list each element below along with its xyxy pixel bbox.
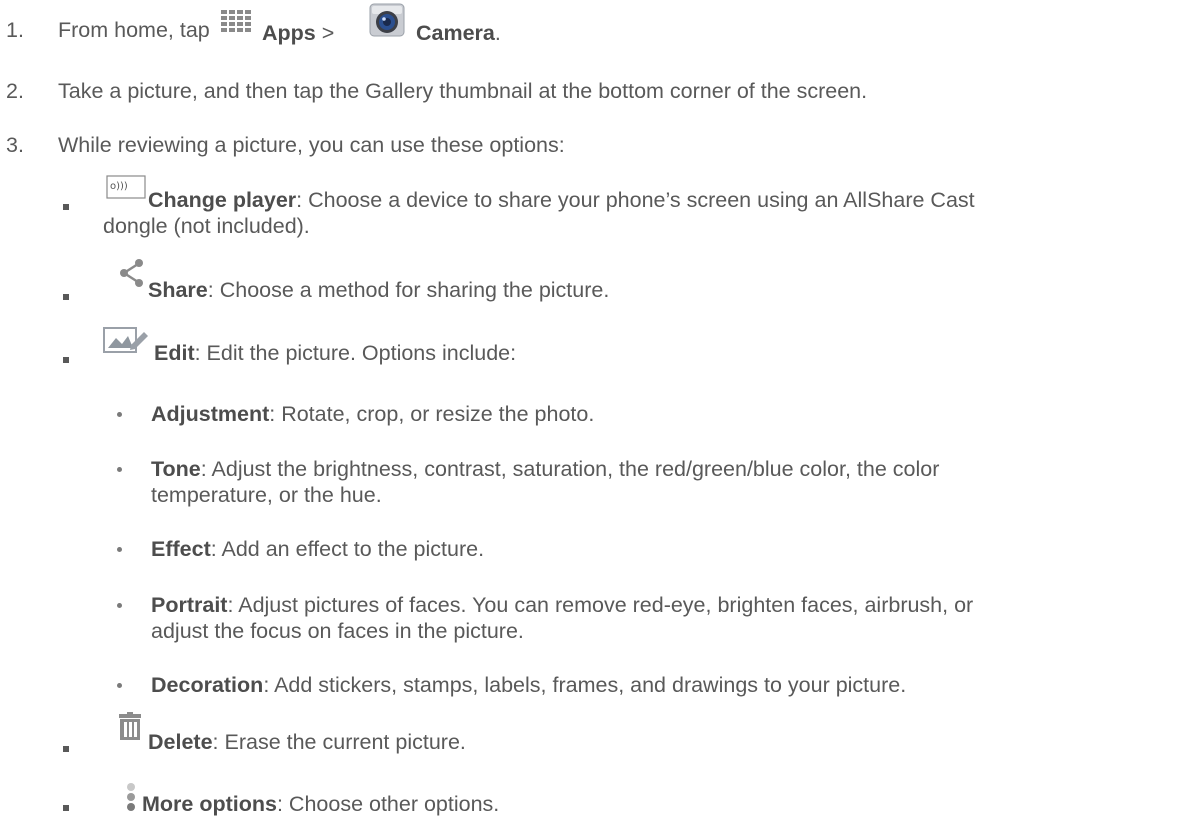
step-2-text: Take a picture, and then tap the Gallery… xyxy=(58,79,868,103)
sub-item-tone: Tone: Adjust the brightness, contrast, s… xyxy=(151,457,940,481)
step-1-text: From home, tap xyxy=(58,18,210,43)
bullet xyxy=(63,294,69,300)
change-player-line2: dongle (not included). xyxy=(103,214,310,238)
edit-line: Edit: Edit the picture. Options include: xyxy=(154,341,517,365)
bullet xyxy=(63,204,69,210)
trash-icon xyxy=(119,712,141,740)
step-3: 3. While reviewing a picture, you can us… xyxy=(0,133,1180,163)
sub-bullet xyxy=(117,603,122,608)
step-1-prefix: From home, tap xyxy=(58,18,210,42)
sub-item-portrait-line2: adjust the focus on faces in the picture… xyxy=(151,619,524,643)
apps-grid-icon xyxy=(221,10,251,32)
sub-item-portrait: Portrait: Adjust pictures of faces. You … xyxy=(151,593,974,617)
apps-label: Apps > xyxy=(262,21,335,45)
edit-picture-icon xyxy=(103,327,148,353)
change-player-icon: o))) xyxy=(106,175,146,199)
svg-text:o))): o))) xyxy=(110,181,128,192)
share-icon xyxy=(120,259,143,287)
step-2: 2. Take a picture, and then tap the Gall… xyxy=(0,79,1180,109)
more-options-icon xyxy=(127,783,135,811)
step-1: 1. From home, tap xyxy=(0,18,1180,48)
step-3-text: While reviewing a picture, you can use t… xyxy=(58,133,565,157)
sub-bullet xyxy=(117,683,122,688)
sub-bullet xyxy=(117,412,122,417)
step-number: 1. xyxy=(6,18,24,42)
sub-bullet xyxy=(117,547,122,552)
camera-icon xyxy=(369,3,405,37)
sub-item-decoration: Decoration: Add stickers, stamps, labels… xyxy=(151,673,907,697)
more-options-line: More options: Choose other options. xyxy=(142,792,500,816)
camera-label: Camera. xyxy=(416,21,501,45)
sub-bullet xyxy=(117,467,122,472)
step-number: 2. xyxy=(6,79,24,103)
sub-item-tone-line2: temperature, or the hue. xyxy=(151,483,382,507)
change-player-line1: Change player: Choose a device to share … xyxy=(148,188,975,212)
sub-item-adjustment: Adjustment: Rotate, crop, or resize the … xyxy=(151,402,595,426)
step-number: 3. xyxy=(6,133,24,157)
share-line: Share: Choose a method for sharing the p… xyxy=(148,278,610,302)
bullet xyxy=(63,805,69,811)
bullet xyxy=(63,357,69,363)
sub-item-effect: Effect: Add an effect to the picture. xyxy=(151,537,485,561)
delete-line: Delete: Erase the current picture. xyxy=(148,730,466,754)
bullet xyxy=(63,746,69,752)
